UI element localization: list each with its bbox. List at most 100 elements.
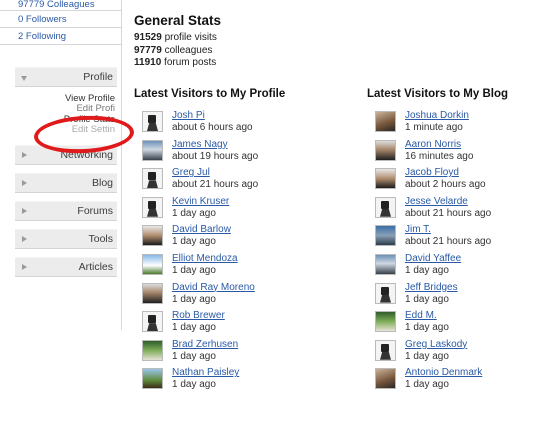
visitor-name-link[interactable]: Greg Laskody: [405, 339, 467, 350]
nav-section-forums[interactable]: Forums: [15, 201, 117, 221]
visitor-row: Greg Laskody 1 day ago: [367, 339, 544, 368]
chevron-down-icon: [21, 76, 27, 81]
avatar[interactable]: [142, 139, 163, 161]
stat-line-colleagues: 97779 colleagues: [134, 45, 221, 58]
chevron-right-icon: [22, 180, 27, 186]
visit-time: 1 day ago: [172, 379, 216, 391]
colleagues-count-link[interactable]: 97779 Colleagues: [0, 0, 121, 11]
nav-section-articles[interactable]: Articles: [15, 257, 117, 277]
visit-time: 1 day ago: [172, 236, 216, 248]
subnav-edit-profile[interactable]: Edit Profi: [76, 103, 115, 114]
visitor-name-link[interactable]: Greg Jul: [172, 167, 210, 178]
visitor-row: Kevin Kruser 1 day ago: [134, 196, 314, 225]
profile-visitors-panel: Latest Visitors to My Profile Josh Pi abo…: [134, 88, 314, 396]
visitor-name-link[interactable]: Brad Zerhusen: [172, 339, 238, 350]
stat-number: 11910: [134, 57, 162, 68]
robot-avatar-icon[interactable]: [142, 196, 163, 218]
stat-label: forum posts: [164, 57, 217, 68]
nav-section-networking[interactable]: Networking: [15, 145, 117, 165]
visitor-row: James Nagy about 19 hours ago: [134, 139, 314, 168]
avatar[interactable]: [142, 368, 163, 390]
visitor-row: Antonio Denmark 1 day ago: [367, 367, 544, 396]
chevron-right-icon: [22, 152, 27, 158]
visitor-row: Jeff Bridges 1 day ago: [367, 282, 544, 311]
visitor-name-link[interactable]: Antonio Denmark: [405, 367, 482, 378]
visitor-row: Greg Jul about 21 hours ago: [134, 167, 314, 196]
visitor-name-link[interactable]: Jeff Bridges: [405, 282, 458, 293]
visitor-name-link[interactable]: Aaron Norris: [405, 139, 461, 150]
following-count-link[interactable]: 2 Following: [0, 28, 121, 45]
avatar[interactable]: [375, 311, 396, 333]
avatar[interactable]: [142, 253, 163, 275]
robot-avatar-icon[interactable]: [375, 196, 396, 218]
visitor-name-link[interactable]: Kevin Kruser: [172, 196, 229, 207]
visit-time: about 21 hours ago: [405, 207, 492, 219]
avatar[interactable]: [375, 368, 396, 390]
visit-time: 1 day ago: [405, 293, 449, 305]
avatar[interactable]: [375, 225, 396, 247]
visitor-row: David Ray Moreno 1 day ago: [134, 282, 314, 311]
visitor-name-link[interactable]: Josh Pi: [172, 110, 205, 121]
visitor-row: Jim T. about 21 hours ago: [367, 224, 544, 253]
visitor-name-link[interactable]: Jim T.: [405, 224, 431, 235]
nav-section-label: Blog: [91, 177, 113, 189]
nav-section-label: Profile: [83, 71, 113, 83]
visit-time: 1 day ago: [405, 379, 449, 391]
visit-time: 1 day ago: [405, 350, 449, 362]
visitor-name-link[interactable]: Jesse Velarde: [405, 196, 468, 207]
visit-time: 1 day ago: [172, 350, 216, 362]
visit-time: 1 day ago: [172, 207, 216, 219]
robot-avatar-icon[interactable]: [142, 111, 163, 132]
nav-section-label: Forums: [77, 205, 113, 217]
blog-visitors-title: Latest Visitors to My Blog: [367, 88, 509, 100]
visitor-name-link[interactable]: Joshua Dorkin: [405, 110, 469, 121]
visitor-row: Edd M. 1 day ago: [367, 310, 544, 339]
visitor-row: Joshua Dorkin 1 minute ago: [367, 110, 544, 139]
visit-time: 1 day ago: [405, 264, 449, 276]
visitor-name-link[interactable]: David Ray Moreno: [172, 282, 255, 293]
chevron-right-icon: [22, 236, 27, 242]
chevron-right-icon: [22, 208, 27, 214]
robot-avatar-icon[interactable]: [375, 282, 396, 304]
robot-avatar-icon[interactable]: [142, 311, 163, 333]
avatar[interactable]: [142, 339, 163, 361]
visit-time: about 21 hours ago: [405, 236, 492, 248]
visitor-name-link[interactable]: Jacob Floyd: [405, 167, 459, 178]
avatar[interactable]: [142, 225, 163, 247]
stat-number: 91529: [134, 32, 162, 43]
avatar[interactable]: [375, 168, 396, 190]
stat-line-forum-posts: 11910 forum posts: [134, 57, 221, 70]
robot-avatar-icon[interactable]: [142, 168, 163, 190]
subnav-edit-settings[interactable]: Edit Settin: [72, 124, 115, 135]
stat-line-profile-visits: 91529 profile visits: [134, 32, 221, 45]
avatar[interactable]: [375, 253, 396, 275]
robot-avatar-icon[interactable]: [375, 339, 396, 361]
visitor-name-link[interactable]: Elliot Mendoza: [172, 253, 238, 264]
avatar[interactable]: [375, 111, 396, 132]
visitor-row: Elliot Mendoza 1 day ago: [134, 253, 314, 282]
visit-time: 1 day ago: [172, 264, 216, 276]
nav-section-blog[interactable]: Blog: [15, 173, 117, 193]
visitor-name-link[interactable]: David Barlow: [172, 224, 231, 235]
visitor-name-link[interactable]: Nathan Paisley: [172, 367, 239, 378]
visitor-row: Aaron Norris 16 minutes ago: [367, 139, 544, 168]
visitor-name-link[interactable]: James Nagy: [172, 139, 228, 150]
general-stats-title: General Stats: [134, 13, 222, 28]
visitor-name-link[interactable]: Edd M.: [405, 310, 437, 321]
visit-time: 16 minutes ago: [405, 150, 474, 162]
visit-time: about 21 hours ago: [172, 179, 259, 191]
nav-section-tools[interactable]: Tools: [15, 229, 117, 249]
avatar[interactable]: [142, 282, 163, 304]
visitor-row: Brad Zerhusen 1 day ago: [134, 339, 314, 368]
followers-count-link[interactable]: 0 Followers: [0, 11, 121, 28]
visit-time: 1 day ago: [405, 322, 449, 334]
visit-time: 1 day ago: [172, 322, 216, 334]
visitor-row: Jesse Velarde about 21 hours ago: [367, 196, 544, 225]
visitor-name-link[interactable]: Rob Brewer: [172, 310, 225, 321]
visit-time: about 6 hours ago: [172, 122, 253, 133]
visitor-name-link[interactable]: David Yaffee: [405, 253, 461, 264]
avatar[interactable]: [375, 139, 396, 161]
nav-section-profile[interactable]: Profile: [15, 67, 117, 87]
visitor-row: Rob Brewer 1 day ago: [134, 310, 314, 339]
chevron-right-icon: [22, 264, 27, 270]
